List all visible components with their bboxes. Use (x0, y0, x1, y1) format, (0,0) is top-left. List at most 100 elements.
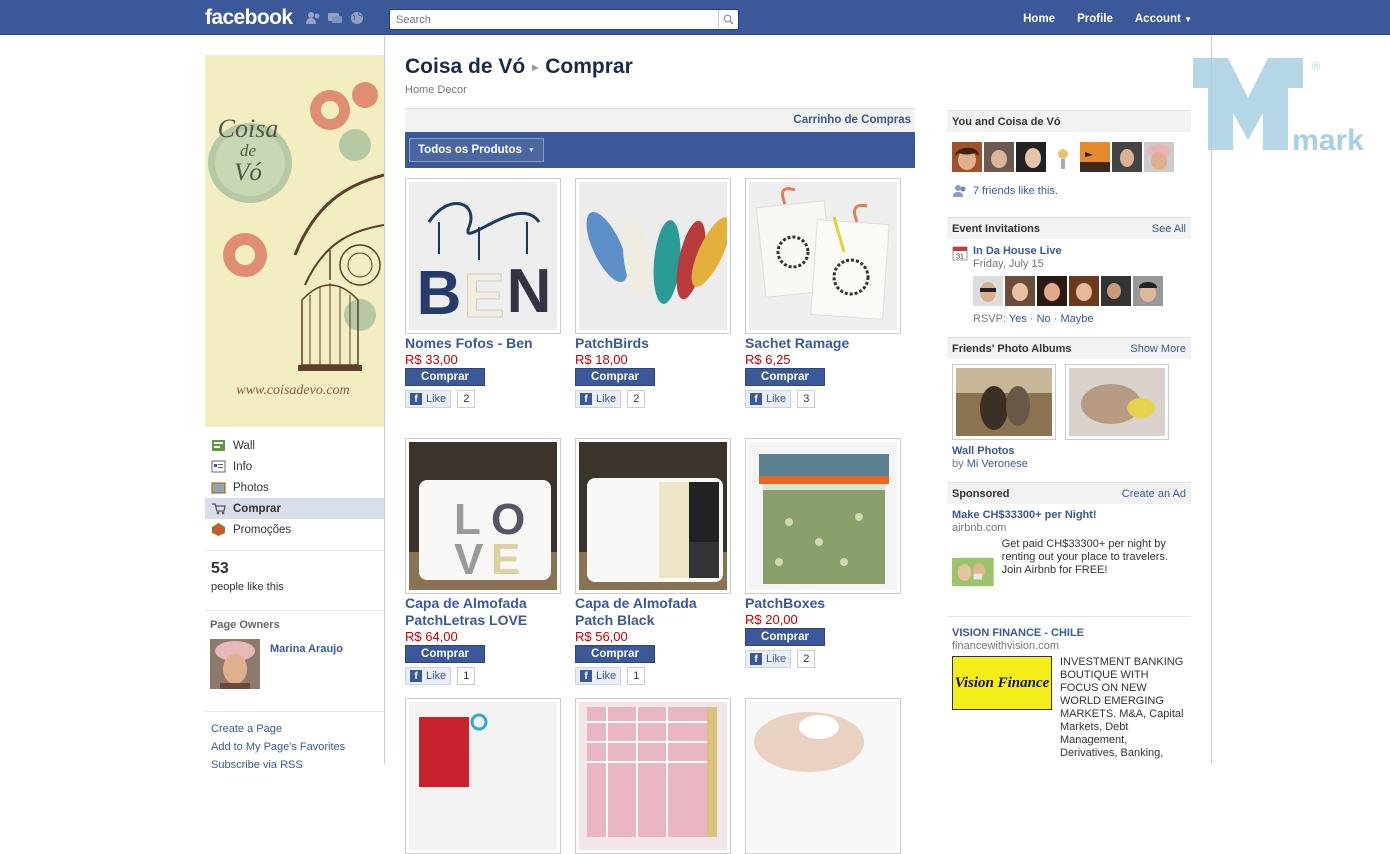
friend-avatar[interactable] (1048, 142, 1078, 172)
product-thumbnail[interactable] (745, 178, 901, 334)
like-label: Like (766, 653, 787, 665)
product-price: R$ 56,00 (575, 629, 628, 644)
buy-button[interactable]: Comprar (745, 368, 825, 386)
like-button[interactable]: f Like (745, 390, 792, 408)
like-button[interactable]: f Like (405, 667, 452, 685)
guest-avatar[interactable] (973, 276, 1003, 306)
ad-item[interactable]: VISION FINANCE - CHILE financewithvision… (947, 616, 1191, 760)
rsvp-maybe-link[interactable]: Maybe (1060, 313, 1093, 325)
like-count: 2 (797, 650, 816, 668)
rsvp-no-link[interactable]: No (1037, 313, 1051, 325)
top-nav: Home Profile Account ▼ (1013, 11, 1202, 27)
like-button[interactable]: f Like (405, 390, 452, 408)
product-thumbnail[interactable] (745, 698, 901, 854)
friend-avatar[interactable] (1112, 142, 1142, 172)
guest-avatar[interactable] (1037, 276, 1067, 306)
friend-avatar[interactable] (1080, 142, 1110, 172)
product-thumbnail[interactable] (575, 698, 731, 854)
product-price: R$ 33,00 (405, 352, 458, 367)
menu-item-photos[interactable]: Photos (205, 477, 384, 498)
buy-button[interactable]: Comprar (745, 628, 825, 646)
see-all-events-link[interactable]: See All (1152, 223, 1186, 235)
profile-banner-image[interactable]: Coisa de Vó www.coisadevo.com (205, 55, 384, 427)
product-thumbnail[interactable] (745, 438, 901, 594)
menu-item-wall[interactable]: Wall (205, 435, 384, 456)
friend-avatar[interactable] (984, 142, 1014, 172)
ad-image[interactable]: Vision Finance (952, 656, 1052, 710)
chevron-down-icon: ▼ (527, 146, 535, 154)
notifications-globe-icon[interactable] (349, 11, 365, 25)
guest-avatar[interactable] (1069, 276, 1099, 306)
buy-button[interactable]: Comprar (405, 645, 485, 663)
album-thumbnail[interactable] (1065, 364, 1169, 440)
page-category: Home Decor (405, 84, 467, 96)
search-button[interactable] (718, 10, 738, 29)
product-name-link[interactable]: PatchBirds (575, 335, 735, 352)
friends-like-link[interactable]: 7 friends like this. (973, 185, 1058, 197)
subscribe-rss-link[interactable]: Subscribe via RSS (211, 756, 378, 774)
show-more-albums-link[interactable]: Show More (1130, 343, 1186, 355)
buy-button[interactable]: Comprar (575, 645, 655, 663)
product-price: R$ 20,00 (745, 612, 798, 627)
rsvp-yes-link[interactable]: Yes (1009, 313, 1027, 325)
product-card (745, 698, 905, 854)
nav-profile-link[interactable]: Profile (1067, 11, 1123, 27)
ad-title-link[interactable]: Make CH$33300+ per Night! (952, 509, 1186, 521)
like-button[interactable]: f Like (575, 667, 622, 685)
product-name-link[interactable]: Capa de Almofada Patch Black (575, 595, 735, 629)
owner-avatar[interactable] (210, 639, 260, 689)
cart-link[interactable]: Carrinho de Compras (793, 114, 911, 126)
product-thumbnail[interactable]: L O V E (405, 438, 561, 594)
friend-faces (947, 132, 1191, 175)
ad-title-link[interactable]: VISION FINANCE - CHILE (952, 627, 1186, 639)
banner-brand-line3: Vó (234, 159, 262, 186)
friend-avatar[interactable] (1016, 142, 1046, 172)
ad-image[interactable] (952, 538, 994, 606)
search-input[interactable] (390, 10, 718, 29)
sponsored-header: Sponsored Create an Ad (947, 482, 1191, 504)
page-title: Coisa de Vó ▸ Comprar (405, 55, 915, 79)
product-name-link[interactable]: Capa de Almofada PatchLetras LOVE (405, 595, 565, 629)
owner-name-link[interactable]: Marina Araujo (270, 643, 343, 689)
chevron-down-icon: ▼ (1184, 15, 1192, 24)
section-title: Comprar (545, 55, 633, 78)
product-thumbnail[interactable] (575, 178, 731, 334)
album-thumbnail[interactable] (952, 364, 1056, 440)
category-filter-dropdown[interactable]: Todos os Produtos ▼ (409, 138, 544, 162)
product-thumbnail[interactable] (575, 438, 731, 594)
create-ad-link[interactable]: Create an Ad (1122, 488, 1186, 500)
buy-button[interactable]: Comprar (575, 368, 655, 386)
you-and-page-header: You and Coisa de Vó (947, 110, 1191, 132)
buy-button[interactable]: Comprar (405, 368, 485, 386)
nav-home-link[interactable]: Home (1013, 11, 1065, 27)
friend-requests-icon[interactable] (305, 11, 321, 25)
guest-avatar[interactable] (1133, 276, 1163, 306)
album-author-link[interactable]: Mi Veronese (967, 458, 1028, 470)
guest-avatar[interactable] (1101, 276, 1131, 306)
page-name-link[interactable]: Coisa de Vó (405, 55, 525, 79)
nav-account-link[interactable]: Account ▼ (1125, 11, 1202, 27)
album-title-link[interactable]: Wall Photos (952, 445, 1186, 457)
albums-header: Friends' Photo Albums Show More (947, 337, 1191, 359)
add-to-favorites-link[interactable]: Add to My Page's Favorites (211, 738, 378, 756)
product-name-link[interactable]: PatchBoxes (745, 595, 905, 612)
friend-avatar[interactable] (952, 142, 982, 172)
like-button[interactable]: f Like (575, 390, 622, 408)
guest-avatar[interactable] (1005, 276, 1035, 306)
menu-item-info[interactable]: Info (205, 456, 384, 477)
friend-avatar[interactable] (1144, 142, 1174, 172)
like-button[interactable]: f Like (745, 650, 792, 668)
product-name-link[interactable]: Sachet Ramage (745, 335, 905, 352)
search-box[interactable] (389, 9, 739, 30)
event-item: 31 In Da House Live Friday, July 15 RSVP… (947, 239, 1191, 325)
create-page-link[interactable]: Create a Page (211, 720, 378, 738)
ad-item[interactable]: Make CH$33300+ per Night! airbnb.com Get… (947, 504, 1191, 606)
event-title-link[interactable]: In Da House Live (973, 245, 1062, 257)
product-thumbnail[interactable] (405, 698, 561, 854)
product-name-link[interactable]: Nomes Fofos - Ben (405, 335, 565, 352)
product-thumbnail[interactable]: B E N (405, 178, 561, 334)
menu-item-promocoes[interactable]: Promoções (205, 519, 384, 540)
menu-item-comprar[interactable]: Comprar (205, 498, 384, 519)
messages-icon[interactable] (327, 11, 343, 25)
facebook-logo[interactable]: facebook (205, 6, 293, 30)
